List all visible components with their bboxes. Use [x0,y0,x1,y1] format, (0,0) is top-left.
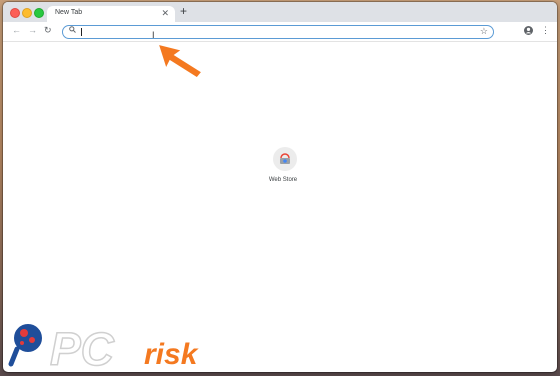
window-maximize-button[interactable] [34,8,44,18]
shortcut-web-store[interactable]: Web Store [265,147,301,187]
search-icon [69,26,76,38]
web-store-label: Web Store [268,177,298,183]
pcrisk-logo-risk: risk [144,338,199,371]
star-icon[interactable]: ☆ [480,25,488,38]
menu-icon[interactable]: ⋮ [541,24,550,37]
browser-toolbar: ← → ↻ ☆ ⋮ [3,22,557,42]
pcrisk-logo: PC risk [8,322,199,373]
tab-strip: New Tab ✕ + [3,2,557,22]
window-close-button[interactable] [10,8,20,18]
back-icon[interactable]: ← [12,25,21,36]
pointer-arrow-icon [156,42,204,79]
pcrisk-logo-pc: PC [50,323,115,373]
forward-icon[interactable]: → [28,25,37,36]
ibeam-cursor-icon: I [152,30,155,40]
reload-icon[interactable]: ↻ [44,25,52,36]
address-bar[interactable]: ☆ [62,25,494,39]
text-caret [81,28,82,36]
tab-title: New Tab [55,9,83,16]
web-store-icon [273,147,297,171]
new-tab-button[interactable]: + [180,5,187,18]
profile-icon[interactable] [524,26,533,35]
window-minimize-button[interactable] [22,8,32,18]
tab-new-tab[interactable]: New Tab ✕ [47,6,175,22]
browser-window: New Tab ✕ + ← → ↻ ☆ ⋮ I Web Store [3,2,557,372]
tab-close-icon[interactable]: ✕ [161,8,169,18]
